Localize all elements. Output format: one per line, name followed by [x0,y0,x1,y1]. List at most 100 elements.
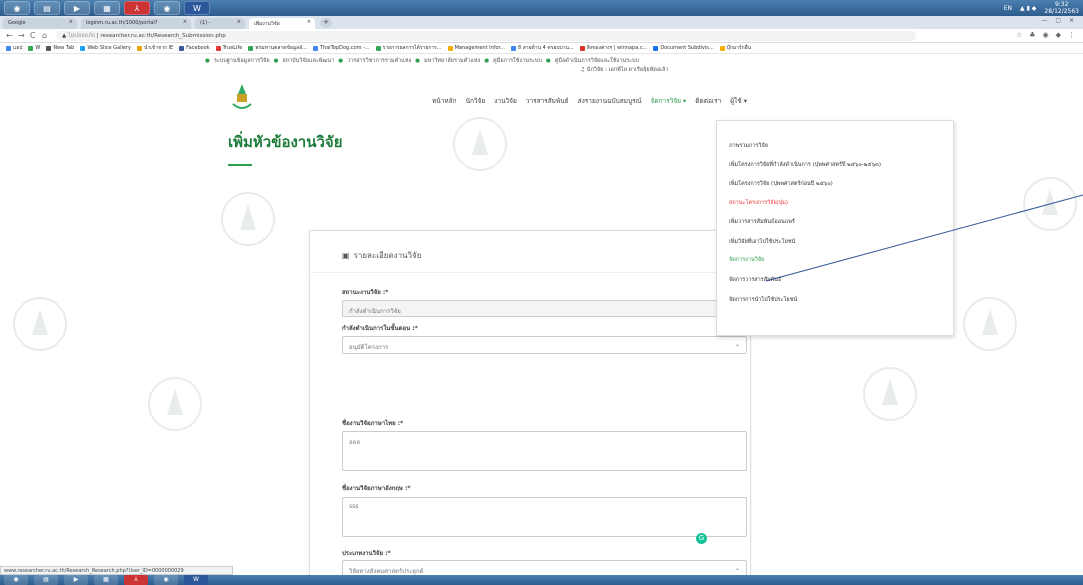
nav-item[interactable]: ผู้ใช้ ▾ [730,96,747,106]
nav-item[interactable]: ส่งรายงานฉบับสมบูรณ์ [578,96,642,106]
extension-icon[interactable]: ◆ [1056,31,1061,39]
dropdown-item[interactable]: จัดการวารสารสัมพันธ์ [729,276,781,284]
bullet-icon: ● [545,58,551,64]
bookmark-item[interactable]: บุ๊กมาร์กอื่น [719,45,751,51]
bookmark-item[interactable]: แอป [6,45,22,51]
user-info[interactable]: ♫ นักวิจัย : เอกพีไล ผาเรียลุ้ยหัดอเล้า [580,66,668,74]
bookmark-item[interactable]: Management Infor... [447,45,505,51]
stage-select[interactable]: อนุมัติโครงการ ⌄ [342,336,747,354]
main-navigation: หน้าหลัก นักวิจัย งานวิจัย วารสารสัมพันธ์ ส่… [432,96,747,106]
bookmark-icon [137,45,142,51]
dropdown-item[interactable]: เพิ่มวิจัยที่เอาไปใช้ประโยชน์ [729,238,795,246]
bookmark-icon [719,45,725,51]
dropdown-item[interactable]: จัดการการนำไปใช้ประโยชน์ [729,296,797,304]
bookmark-item[interactable]: Web Slice Gallery [80,45,131,51]
new-tab-button[interactable]: + [320,18,332,28]
bookmark-item[interactable]: TrueLife [215,45,242,51]
close-icon[interactable]: × [69,19,73,25]
bookmark-icon [313,45,319,51]
address-bar[interactable]: ▲ ไม่ปลอดภัย | researcher.ru.ac.th/Resea… [56,31,916,41]
page-title: เพิ่มหัวข้องานวิจัย [228,133,343,151]
language-indicator[interactable]: EN [1004,5,1012,12]
tab-google[interactable]: Google × [3,18,77,29]
title-th-label: ชื่องานวิจัยภาษาไทย :* [342,420,404,427]
nav-item[interactable]: งานวิจัย [494,96,517,106]
top-info-links: ● ระบบฐานข้อมูลการวิจัย ● สถาบันวิจัยและพัฒ… [205,57,639,65]
clock[interactable]: 9:32 28/12/2563 [1044,1,1079,15]
nav-item[interactable]: วารสารสัมพันธ์ [526,96,569,106]
chrome-icon-2[interactable]: ◉ [154,575,178,585]
topinfo-link[interactable]: คู่มือดำเนินการวิจัยและใช้งานระบบ [555,57,639,65]
status-field[interactable]: กำลังดำเนินการวิจัย [342,300,747,317]
word-icon[interactable]: W [184,575,208,585]
topinfo-link[interactable]: สถาบันวิจัยและพัฒนา [282,57,334,65]
dropdown-item[interactable]: จัดการงานวิจัย [729,256,764,264]
bookmark-item[interactable]: Facebook [179,45,210,51]
watermark-emblem-icon [1023,177,1077,231]
nav-item[interactable]: นักวิจัย [466,96,486,106]
tab-login[interactable]: loginm.ru.ac.th/1000/portal? × [81,18,191,29]
dropdown-item[interactable]: เพิ่มโครงการวิจัย (ปุพพศาสตร์ก่อนปี ๒๕๖๐… [729,180,833,188]
pdf-icon[interactable]: ⅄ [124,1,150,15]
chrome-icon[interactable]: ◉ [4,1,30,15]
dropdown-item[interactable]: ภาพรวมการวิจัย [729,142,768,150]
close-icon[interactable]: × [237,19,241,25]
warning-icon[interactable]: ▲ [62,33,66,39]
window-controls[interactable]: — ▢ ✕ [1041,17,1077,24]
bookmark-icon [46,45,52,51]
folder-icon[interactable]: ▤ [34,1,60,15]
word-icon[interactable]: W [184,1,210,15]
topinfo-link[interactable]: คู่มือการใช้งานระบบ [493,57,542,65]
bookmark-item[interactable]: ThaiTopDog.com -... [313,45,370,51]
bookmark-item[interactable]: นำเข้าจาก IE [137,45,173,51]
close-icon[interactable]: × [307,19,311,25]
browser-tabstrip: Google × loginm.ru.ac.th/1000/portal? × (1… [0,16,1083,29]
reload-icon[interactable]: C [30,31,36,40]
bookmark-item[interactable]: พรมทานตลาดข้อมูลอั... [248,45,307,51]
dropdown-item[interactable]: เพิ่มวารสารสัมพันธ์ออนแพร์ [729,218,795,226]
menu-icon[interactable]: ⋮ [1068,31,1075,39]
bookmark-item[interactable]: New Tab [46,45,74,51]
media-icon[interactable]: ▶ [64,1,90,15]
dropdown-item[interactable]: สถานะโครงการวิจัย(ปุ่ม) [729,199,788,207]
extension-icon[interactable]: ◉ [1043,31,1049,39]
notepad-icon[interactable]: ▦ [94,1,120,15]
extension-icon[interactable]: ♣ [1029,31,1035,39]
chrome-icon[interactable]: ◉ [4,575,28,585]
folder-icon[interactable]: ▤ [34,575,58,585]
topinfo-link[interactable]: ระบบฐานข้อมูลการวิจัย [214,57,270,65]
topinfo-link[interactable]: วารสารวิชาการรามคำแหง [347,57,411,65]
tab-three[interactable]: (1) - × [195,18,245,29]
close-icon[interactable]: × [183,19,187,25]
bookmark-icon [579,45,585,51]
bookmark-item[interactable]: W [28,45,40,51]
bookmark-item[interactable]: Document Subdivis... [653,45,714,51]
bookmark-item[interactable]: รายการผลการได้รายการ... [375,45,442,51]
bookmark-item[interactable]: 8 สายด้าน 4 ครอบบาน... [510,45,574,51]
topinfo-link[interactable]: มหาวิทยาลัยรามคำแหง [424,57,480,65]
chevron-down-icon[interactable]: ⌄ [735,565,740,572]
forward-icon[interactable]: → [18,31,25,40]
tab-research[interactable]: เพิ่มงานวิจัย × [249,18,315,29]
home-icon[interactable]: ⌂ [42,31,47,40]
bookmark-icon [653,45,659,51]
grammarly-icon[interactable]: G [696,533,707,544]
nav-item[interactable]: ติดต่อเรา [695,96,721,106]
nav-item[interactable]: จัดการวิจัย ▾ [651,96,687,106]
dropdown-item[interactable]: เพิ่มโครงการวิจัยที่กำลังดำเนินการ (ปุพพ… [729,161,881,169]
notepad-icon[interactable]: ▦ [94,575,118,585]
university-logo-icon[interactable] [230,82,254,112]
chrome-icon-2[interactable]: ◉ [154,1,180,15]
nav-item[interactable]: หน้าหลัก [432,96,457,106]
title-en-textarea[interactable]: sss [342,497,747,537]
star-icon[interactable]: ☆ [1016,31,1022,39]
title-th-textarea[interactable]: ลลล [342,431,747,471]
network-icon[interactable]: ▲ ▮ ◆ [1020,5,1036,12]
status-bar: www.researcher.ru.ac.th/Research_Researc… [0,566,233,575]
pdf-icon[interactable]: ⅄ [124,575,148,585]
back-icon[interactable]: ← [6,31,13,40]
media-icon[interactable]: ▶ [64,575,88,585]
bookmark-item[interactable]: สิ่งของต่างๆ | winnapa.c... [579,45,647,51]
chevron-down-icon[interactable]: ⌄ [735,341,740,348]
type-select[interactable]: วิจัยทางสังคมศาสตร์ประยุกต์ ⌄ [342,560,747,576]
